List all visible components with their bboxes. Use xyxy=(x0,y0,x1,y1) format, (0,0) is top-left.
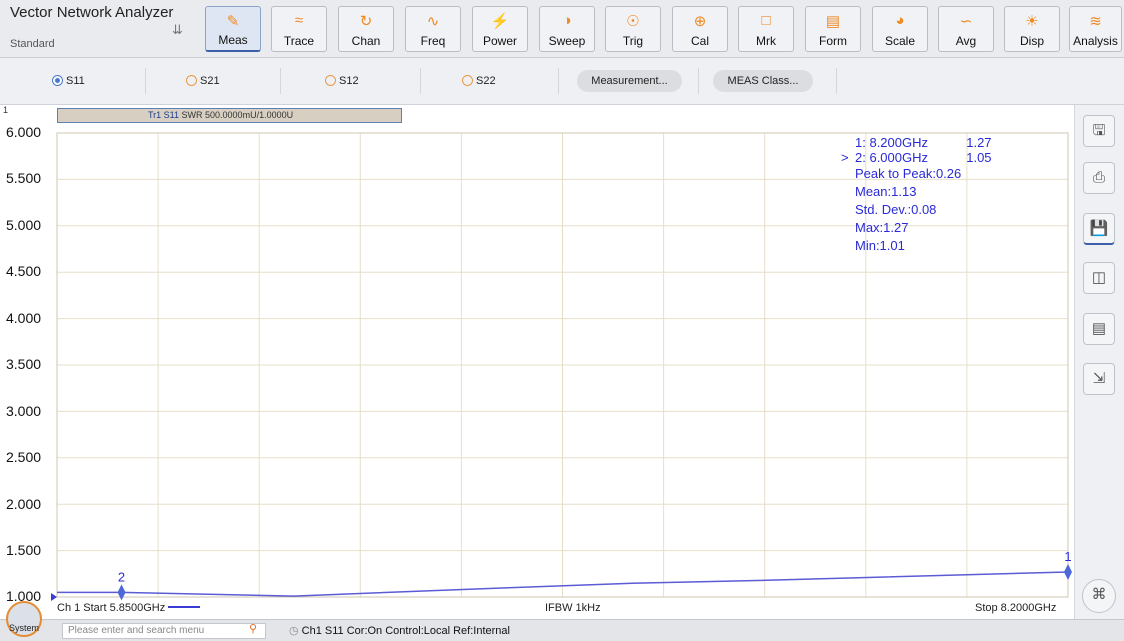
marker-icon: □ xyxy=(761,12,771,29)
trace-icon: ≈ xyxy=(294,12,304,29)
radio-selected-icon xyxy=(52,75,63,86)
stop-frequency: Stop 8.2000GHz xyxy=(975,602,1057,614)
display-icon: ☀ xyxy=(1025,13,1039,30)
measurement-button[interactable]: Measurement... xyxy=(577,70,682,92)
divider xyxy=(280,68,281,94)
chevron-down-icon[interactable]: ⇊ xyxy=(172,22,183,38)
toolbar-cal-button[interactable]: ⊕ Cal xyxy=(672,6,728,52)
ifbw-label: IFBW 1kHz xyxy=(545,602,601,614)
toolbar-meas-button[interactable]: ✎ Meas xyxy=(205,6,261,52)
analysis-icon: ≋ xyxy=(1089,13,1102,30)
toolbar-disp-button[interactable]: ☀ Disp xyxy=(1004,6,1060,52)
marker-row-2: > 2: 6.000GHz 1.05 xyxy=(841,150,992,165)
radio-icon xyxy=(186,75,197,86)
scale-icon: ◕ xyxy=(895,12,905,29)
marker-row-1: 1: 8.200GHz 1.27 xyxy=(855,135,992,150)
toolbar-trig-button[interactable]: ☉ Trig xyxy=(605,6,661,52)
toolbar-scale-button[interactable]: ◕ Scale xyxy=(872,6,928,52)
power-icon: ⚡ xyxy=(490,13,510,30)
marker-2-label: 2 xyxy=(118,569,125,584)
stat-max: Max:1.27 xyxy=(855,220,909,235)
trigger-icon: ☉ xyxy=(626,13,640,30)
right-sidebar: 🖫 ⎙ 💾 ◫ ▤ ⇲ ⌘ xyxy=(1074,105,1124,619)
app-subtitle: Standard xyxy=(10,38,55,50)
markers: 12 xyxy=(51,549,1072,601)
toolbar-trace-button[interactable]: ≈ Trace xyxy=(271,6,327,52)
marker-readout: 1: 8.200GHz 1.27 > 2: 6.000GHz 1.05 Peak t… xyxy=(841,135,992,255)
sparam-s12-option[interactable]: S12 xyxy=(325,75,359,87)
format-icon: ▤ xyxy=(825,13,841,30)
average-icon: ∽ xyxy=(959,13,973,30)
marker-2-diamond xyxy=(117,584,126,601)
radio-icon xyxy=(462,75,473,86)
stat-peak-to-peak: Peak to Peak:0.26 xyxy=(855,166,962,181)
toolbar-freq-button[interactable]: ∿ Freq xyxy=(405,6,461,52)
toolbar-analysis-button[interactable]: ≋ Analysis xyxy=(1069,6,1122,52)
divider xyxy=(558,68,559,94)
recall-icon[interactable]: ◫ xyxy=(1083,262,1115,294)
divider xyxy=(836,68,837,94)
sweep-icon: ◑ xyxy=(562,12,572,29)
divider xyxy=(145,68,146,94)
marker-statistics: Peak to Peak:0.26 Mean:1.13 Std. Dev.:0.… xyxy=(841,165,992,255)
start-frequency: Ch 1 Start 5.8500GHz xyxy=(57,602,201,614)
meas-class-button[interactable]: MEAS Class... xyxy=(713,70,813,92)
top-toolbar: Vector Network Analyzer Standard ⇊ ✎ Meas… xyxy=(0,0,1124,58)
ruler-icon: ✎ xyxy=(226,13,240,30)
divider xyxy=(420,68,421,94)
sparam-s22-option[interactable]: S22 xyxy=(462,75,496,87)
divider xyxy=(698,68,699,94)
save-icon[interactable]: 🖫 xyxy=(1083,115,1115,147)
toolbar-avg-button[interactable]: ∽ Avg xyxy=(938,6,994,52)
channel-status: ◷ Ch1 S11 Cor:On Control:Local Ref:Inter… xyxy=(289,625,510,637)
collapse-icon[interactable]: ⌘ xyxy=(1082,579,1116,613)
radio-icon xyxy=(325,75,336,86)
calibration-icon: ⊕ xyxy=(693,13,707,30)
marker-1-diamond xyxy=(1064,563,1072,580)
save-as-icon[interactable]: 💾 xyxy=(1083,213,1115,245)
print-icon[interactable]: ⎙ xyxy=(1083,162,1115,194)
plot-area: 1 Tr1 S11 SWR 500.0000mU/1.0000U 6.000 5… xyxy=(0,105,1074,619)
toolbar-power-button[interactable]: ⚡ Power xyxy=(472,6,528,52)
channel-icon: ↻ xyxy=(359,13,373,30)
clock-icon: ◷ xyxy=(289,625,299,637)
search-input[interactable]: Please enter and search menu xyxy=(62,623,266,639)
system-button[interactable]: System xyxy=(6,601,42,637)
reference-level-marker xyxy=(51,593,57,601)
frequency-icon: ∿ xyxy=(426,13,440,30)
measurement-selector-bar: S11 S21 S12 S22 Measurement... MEAS Clas… xyxy=(0,58,1124,105)
shrink-icon[interactable]: ⇲ xyxy=(1083,363,1115,395)
sparam-s11-option[interactable]: S11 xyxy=(52,75,85,87)
stat-std-dev: Std. Dev.:0.08 xyxy=(855,202,937,217)
stat-mean: Mean:1.13 xyxy=(855,184,917,199)
search-icon[interactable]: ⚲ xyxy=(249,622,257,635)
toolbar-form-button[interactable]: ▤ Form xyxy=(805,6,861,52)
toolbar-mrk-button[interactable]: □ Mrk xyxy=(738,6,794,52)
status-bar: Please enter and search menu ⚲ ◷ Ch1 S11… xyxy=(0,619,1124,641)
stat-min: Min:1.01 xyxy=(855,238,905,253)
toolbar-sweep-button[interactable]: ◑ Sweep xyxy=(539,6,595,52)
marker-1-label: 1 xyxy=(1064,549,1071,564)
image-export-icon[interactable]: ▤ xyxy=(1083,313,1115,345)
app-title: Vector Network Analyzer xyxy=(10,4,174,21)
toolbar-chan-button[interactable]: ↻ Chan xyxy=(338,6,394,52)
sparam-s21-option[interactable]: S21 xyxy=(186,75,220,87)
